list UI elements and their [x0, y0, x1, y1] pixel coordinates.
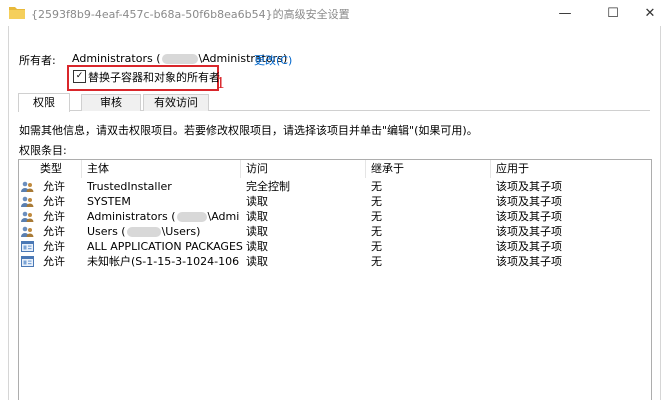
owner-label: 所有者: — [19, 54, 56, 67]
title-bar[interactable]: {2593f8b9-4eaf-457c-b68a-50f6b8ea6b54}的高… — [0, 0, 669, 26]
table-row[interactable]: 允许 未知帐户(S-1-15-3-1024-1065365... 读取 无 该项… — [19, 254, 651, 269]
table-row[interactable]: 允许 ALL APPLICATION PACKAGES 读取 无 该项及其子项 — [19, 239, 651, 254]
users-icon — [21, 196, 34, 207]
close-icon: ✕ — [644, 5, 656, 21]
cell-principal: SYSTEM — [87, 195, 131, 208]
app-package-icon — [21, 256, 34, 267]
column-header-principal[interactable]: 主体 — [82, 160, 241, 178]
cell-inherited-from: 无 — [371, 255, 382, 268]
tab-effective-access[interactable]: 有效访问 — [143, 94, 209, 111]
change-owner-link[interactable]: 更改(C) — [254, 52, 292, 68]
permission-entries-list[interactable]: 类型 主体 访问 继承于 应用于 允许 TrustedInstaller 完全控… — [18, 159, 652, 400]
cell-principal: ALL APPLICATION PACKAGES — [87, 240, 243, 253]
permission-entries-label: 权限条目: — [19, 144, 67, 157]
cell-access: 读取 — [246, 255, 268, 268]
redacted-text — [176, 212, 207, 222]
cell-principal: Users (\Users) — [87, 225, 201, 238]
cell-type: 允许 — [43, 195, 65, 208]
window-frame-left — [8, 26, 9, 400]
cell-type: 允许 — [43, 255, 65, 268]
redacted-text — [126, 227, 161, 237]
cell-inherited-from: 无 — [371, 225, 382, 238]
cell-inherited-from: 无 — [371, 195, 382, 208]
cell-applies-to: 该项及其子项 — [496, 180, 562, 193]
cell-access: 读取 — [246, 210, 268, 223]
cell-type: 允许 — [43, 240, 65, 253]
cell-access: 读取 — [246, 195, 268, 208]
cell-principal: 未知帐户(S-1-15-3-1024-1065365... — [87, 255, 240, 268]
table-row[interactable]: 允许 SYSTEM 读取 无 该项及其子项 — [19, 194, 651, 209]
cell-principal: Administrators (\Adminis... — [87, 210, 240, 223]
table-row[interactable]: 允许 Administrators (\Adminis... 读取 无 该项及其… — [19, 209, 651, 224]
tab-permissions[interactable]: 权限 — [18, 93, 70, 112]
minimize-icon: — — [558, 5, 572, 21]
cell-access: 读取 — [246, 225, 268, 238]
minimize-button[interactable]: — — [543, 0, 587, 26]
cell-inherited-from: 无 — [371, 180, 382, 193]
users-icon — [21, 226, 34, 237]
annotation-number: 1 — [216, 74, 226, 92]
cell-type: 允许 — [43, 210, 65, 223]
cell-applies-to: 该项及其子项 — [496, 255, 562, 268]
cell-access: 完全控制 — [246, 180, 290, 193]
redacted-text — [161, 54, 198, 64]
column-header-applies-to[interactable]: 应用于 — [491, 160, 651, 178]
table-row[interactable]: 允许 Users (\Users) 读取 无 该项及其子项 — [19, 224, 651, 239]
replace-owner-label[interactable]: 替换子容器和对象的所有者 — [88, 69, 220, 85]
cell-type: 允许 — [43, 180, 65, 193]
maximize-icon: ☐ — [607, 5, 619, 21]
app-package-icon — [21, 241, 34, 252]
cell-applies-to: 该项及其子项 — [496, 240, 562, 253]
column-header-inherited-from[interactable]: 继承于 — [366, 160, 491, 178]
close-button[interactable]: ✕ — [628, 0, 669, 26]
checkmark-icon: ✓ — [75, 71, 84, 81]
cell-inherited-from: 无 — [371, 210, 382, 223]
cell-inherited-from: 无 — [371, 240, 382, 253]
column-header-access[interactable]: 访问 — [241, 160, 366, 178]
cell-applies-to: 该项及其子项 — [496, 210, 562, 223]
cell-type: 允许 — [43, 225, 65, 238]
table-row[interactable]: 允许 TrustedInstaller 完全控制 无 该项及其子项 — [19, 179, 651, 194]
window-frame-right — [660, 26, 661, 400]
window-title: {2593f8b9-4eaf-457c-b68a-50f6b8ea6b54}的高… — [31, 8, 350, 21]
replace-owner-checkbox[interactable]: ✓ — [73, 70, 86, 83]
cell-principal: TrustedInstaller — [87, 180, 172, 193]
column-header-type[interactable]: 类型 — [35, 160, 82, 178]
users-icon — [21, 211, 34, 222]
cell-access: 读取 — [246, 240, 268, 253]
tab-auditing[interactable]: 审核 — [81, 94, 141, 111]
cell-applies-to: 该项及其子项 — [496, 225, 562, 238]
cell-applies-to: 该项及其子项 — [496, 195, 562, 208]
users-icon — [21, 181, 34, 192]
folder-icon — [9, 7, 25, 19]
info-text: 如需其他信息，请双击权限项目。若要修改权限项目，请选择该项目并单击"编辑"(如果… — [19, 124, 478, 137]
